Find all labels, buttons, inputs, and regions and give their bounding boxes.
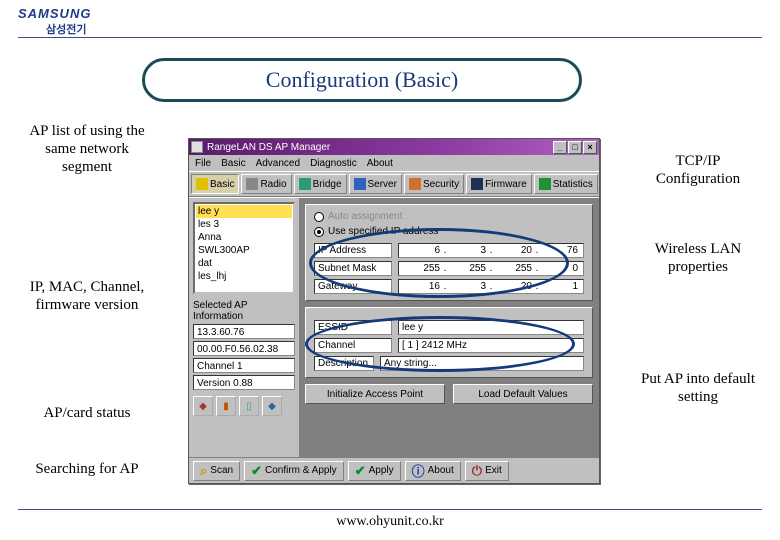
- status-icons: ◆ ▮ ▯ ◆: [193, 396, 295, 416]
- annotation-ap-list: AP list of using the same network segmen…: [22, 122, 152, 176]
- mask-input[interactable]: 255. 255. 255. 0: [398, 261, 584, 276]
- titlebar[interactable]: RangeLAN DS AP Manager _ □ ×: [189, 139, 599, 155]
- exit-button[interactable]: ⏻Exit: [465, 461, 509, 481]
- toolbar-bridge[interactable]: Bridge: [294, 174, 347, 194]
- menu-about[interactable]: About: [367, 158, 393, 169]
- status-icon-1: ◆: [193, 396, 213, 416]
- list-item[interactable]: les 3: [196, 218, 292, 231]
- ap-info-block: 13.3.60.76 00.00.F0.56.02.38 Channel 1 V…: [193, 324, 295, 390]
- gw-label: Gateway: [314, 279, 392, 294]
- about-button[interactable]: ⓘAbout: [405, 461, 461, 481]
- menubar: File Basic Advanced Diagnostic About: [189, 155, 599, 171]
- confirm-apply-button[interactable]: ✔Confirm & Apply: [244, 461, 344, 481]
- list-item[interactable]: Anna: [196, 231, 292, 244]
- content-area: lee y les 3 Anna SWL300AP dat les_lhj Se…: [189, 197, 599, 457]
- toolbar-statistics[interactable]: Statistics: [534, 174, 598, 194]
- load-default-button[interactable]: Load Default Values: [453, 384, 593, 404]
- toolbar: Basic Radio Bridge Server Security Firmw…: [189, 171, 599, 197]
- toolbar-server[interactable]: Server: [349, 174, 402, 194]
- toolbar-security[interactable]: Security: [404, 174, 464, 194]
- app-icon: [191, 141, 203, 153]
- info-channel: Channel 1: [193, 358, 295, 373]
- radio-auto[interactable]: Auto assignment: [314, 211, 584, 222]
- exit-icon: ⏻: [472, 463, 482, 479]
- desc-input[interactable]: Any string...: [380, 356, 584, 371]
- toolbar-basic[interactable]: Basic: [191, 174, 239, 194]
- annotation-wlan-props: Wireless LAN properties: [638, 240, 758, 276]
- action-buttons: Initialize Access Point Load Default Val…: [305, 384, 593, 404]
- window-title: RangeLAN DS AP Manager: [207, 142, 552, 153]
- ap-listbox[interactable]: lee y les 3 Anna SWL300AP dat les_lhj: [193, 202, 295, 294]
- wlan-panel: ESSID lee y Channel [ 1 ] 2412 MHz Descr…: [305, 307, 593, 378]
- ip-label: IP Address: [314, 243, 392, 258]
- server-icon: [354, 178, 366, 190]
- toolbar-radio[interactable]: Radio: [241, 174, 291, 194]
- menu-file[interactable]: File: [195, 158, 211, 169]
- status-icon-2: ▮: [216, 396, 236, 416]
- essid-label: ESSID: [314, 320, 392, 335]
- channel-label: Channel: [314, 338, 392, 353]
- slide-title: Configuration (Basic): [142, 58, 582, 102]
- app-window: RangeLAN DS AP Manager _ □ × File Basic …: [188, 138, 600, 484]
- statistics-icon: [539, 178, 551, 190]
- apply-button[interactable]: ✔Apply: [348, 461, 401, 481]
- list-item[interactable]: dat: [196, 257, 292, 270]
- minimize-button[interactable]: _: [553, 141, 567, 154]
- list-item[interactable]: les_lhj: [196, 270, 292, 283]
- scan-icon: ⌕: [200, 463, 207, 479]
- bridge-icon: [299, 178, 311, 190]
- slide-footer: www.ohyunit.co.kr: [18, 509, 762, 530]
- gw-input[interactable]: 16. 3. 20. 1: [398, 279, 584, 294]
- close-button[interactable]: ×: [583, 141, 597, 154]
- slide-header: SAMSUNG 삼성전기: [18, 6, 762, 38]
- annotation-ap-status: AP/card status: [22, 404, 152, 422]
- radio-manual[interactable]: Use specified IP address: [314, 226, 584, 237]
- menu-diagnostic[interactable]: Diagnostic: [310, 158, 357, 169]
- menu-basic[interactable]: Basic: [221, 158, 245, 169]
- list-item[interactable]: SWL300AP: [196, 244, 292, 257]
- sidebar: lee y les 3 Anna SWL300AP dat les_lhj Se…: [189, 198, 299, 457]
- essid-input[interactable]: lee y: [398, 320, 584, 335]
- check-icon: ✔: [251, 463, 262, 479]
- maximize-button[interactable]: □: [568, 141, 582, 154]
- mask-label: Subnet Mask: [314, 261, 392, 276]
- basic-icon: [196, 178, 208, 190]
- radio-icon: [314, 227, 324, 237]
- list-item[interactable]: lee y: [196, 205, 292, 218]
- check-icon: ✔: [355, 463, 366, 479]
- info-version: Version 0.88: [193, 375, 295, 390]
- annotation-searching: Searching for AP: [22, 460, 152, 478]
- menu-advanced[interactable]: Advanced: [256, 158, 300, 169]
- annotation-default: Put AP into default setting: [638, 370, 758, 406]
- brand-logo: SAMSUNG: [18, 6, 762, 21]
- tcpip-panel: Auto assignment Use specified IP address…: [305, 204, 593, 301]
- bottom-toolbar: ⌕Scan ✔Confirm & Apply ✔Apply ⓘAbout ⏻Ex…: [189, 457, 599, 483]
- toolbar-firmware[interactable]: Firmware: [466, 174, 532, 194]
- annotation-tcpip: TCP/IP Configuration: [638, 152, 758, 188]
- init-ap-button[interactable]: Initialize Access Point: [305, 384, 445, 404]
- radio-icon: [314, 212, 324, 222]
- annotation-ip-mac: IP, MAC, Channel, firmware version: [22, 278, 152, 314]
- info-icon: ⓘ: [412, 461, 425, 480]
- security-icon: [409, 178, 421, 190]
- ip-input[interactable]: 6. 3. 20. 76: [398, 243, 584, 258]
- scan-button[interactable]: ⌕Scan: [193, 461, 240, 481]
- firmware-icon: [471, 178, 483, 190]
- radio-icon: [246, 178, 258, 190]
- channel-select[interactable]: [ 1 ] 2412 MHz: [398, 338, 584, 353]
- status-icon-4: ◆: [262, 396, 282, 416]
- brand-subtext: 삼성전기: [46, 21, 762, 37]
- desc-label: Description: [314, 356, 374, 371]
- main-panel: Auto assignment Use specified IP address…: [299, 198, 599, 457]
- info-mac: 00.00.F0.56.02.38: [193, 341, 295, 356]
- selected-ap-label: Selected AP Information: [193, 300, 295, 322]
- status-icon-3: ▯: [239, 396, 259, 416]
- info-ip: 13.3.60.76: [193, 324, 295, 339]
